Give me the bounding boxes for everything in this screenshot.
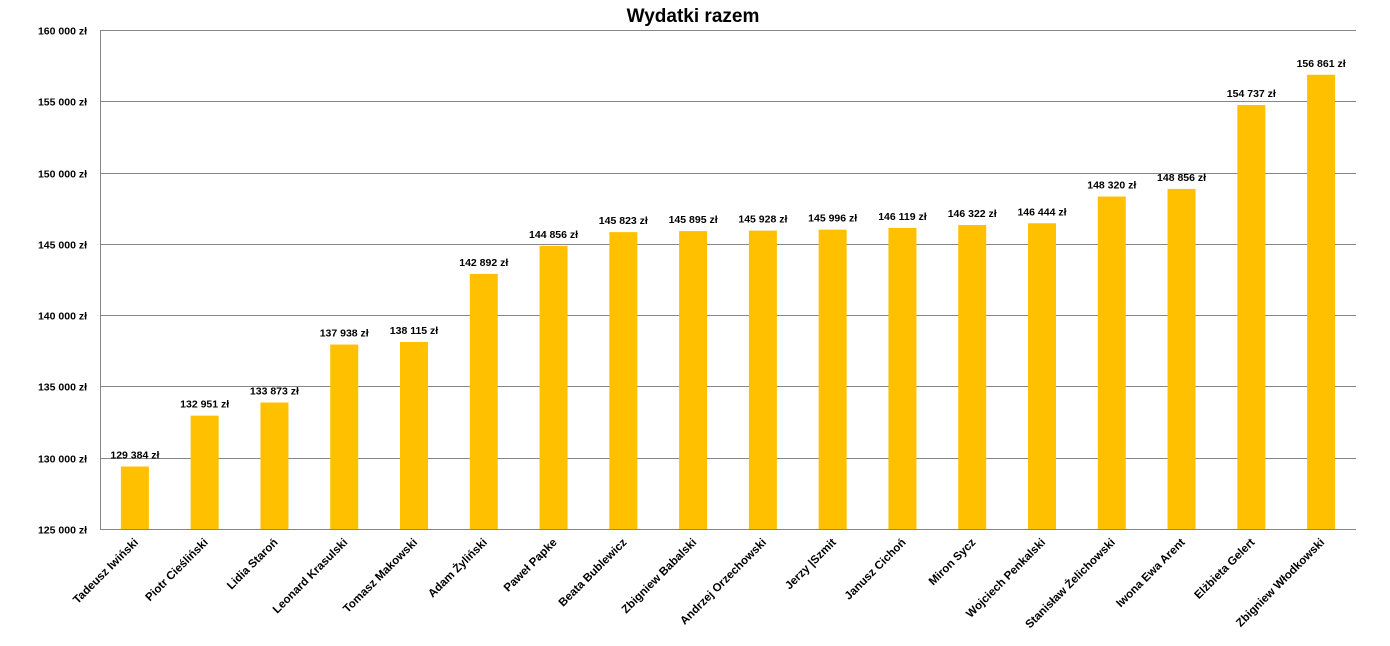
y-axis-tick-labels: 125 000 zł 130 000 zł 135 000 zł 140 000 zł… <box>38 26 87 537</box>
y-tick-label: 130 000 zł <box>38 454 87 466</box>
data-label: 137 938 zł <box>320 328 369 340</box>
data-label: 148 856 zł <box>1157 172 1206 184</box>
bar <box>1237 105 1266 529</box>
bars <box>120 74 1336 530</box>
x-category-label: Beata Bublewicz <box>557 536 630 609</box>
y-tick-label: 150 000 zł <box>38 169 87 181</box>
chart-title: Wydatki razem <box>627 6 760 27</box>
data-label: 145 996 zł <box>808 213 857 225</box>
y-tick-label: 145 000 zł <box>38 240 87 252</box>
y-tick-label: 160 000 zł <box>38 26 87 38</box>
chart-container: Wydatki razem 125 000 zł 130 000 zł 135 00… <box>0 0 1390 646</box>
x-axis-category-labels: Tadeusz Iwiński Piotr Cieśliński Lidia Sta… <box>71 536 1327 631</box>
data-label: 145 895 zł <box>669 214 718 226</box>
bar <box>1307 74 1336 529</box>
data-label: 133 873 zł <box>250 385 299 397</box>
data-label: 145 928 zł <box>738 214 787 226</box>
x-category-label: Lidia Staroń <box>225 537 280 592</box>
bar-chart: Wydatki razem 125 000 zł 130 000 zł 135 00… <box>38 6 1356 631</box>
data-label: 146 322 zł <box>948 208 997 220</box>
x-category-label: Janusz Cichoń <box>843 537 909 603</box>
bar <box>748 230 777 529</box>
x-category-label: Adam Żyliński <box>426 536 490 600</box>
x-category-label: Elżbieta Gelert <box>1192 537 1257 602</box>
data-label: 129 384 zł <box>110 449 159 461</box>
bar <box>330 344 359 529</box>
data-label: 156 861 zł <box>1297 58 1346 70</box>
x-category-label: Zbigniew Babalski <box>620 537 699 616</box>
bar <box>818 229 847 529</box>
bar <box>1167 188 1196 530</box>
data-label: 132 951 zł <box>180 399 229 411</box>
x-category-label: Leonard Krasulski <box>271 537 350 616</box>
data-label: 138 115 zł <box>390 325 439 337</box>
y-tick-label: 125 000 zł <box>38 525 87 537</box>
bar <box>260 402 289 529</box>
bar <box>120 466 149 529</box>
y-tick-label: 135 000 zł <box>38 382 87 394</box>
x-category-label: Jerzy |Szmit <box>783 537 839 593</box>
bar <box>400 342 428 529</box>
data-label: 142 892 zł <box>459 257 508 269</box>
x-category-label: Tadeusz Iwiński <box>71 537 141 607</box>
data-labels: 129 384 zł 132 951 zł 133 873 zł 137 938 zł… <box>110 58 1345 462</box>
bar <box>888 227 917 530</box>
x-category-label: Tomasz Makowski <box>341 537 420 616</box>
bar <box>539 245 568 530</box>
x-category-label: Wojciech Penkalski <box>964 537 1048 621</box>
bar <box>469 273 498 529</box>
data-label: 146 444 zł <box>1017 206 1066 218</box>
y-tick-label: 140 000 zł <box>38 311 87 323</box>
data-label: 144 856 zł <box>529 229 578 241</box>
x-category-label: Miron Sycz <box>927 536 979 588</box>
bar <box>958 225 987 529</box>
x-category-label: Paweł Papke <box>502 537 560 595</box>
bar <box>190 415 219 529</box>
bar <box>609 232 638 529</box>
bar <box>1097 196 1126 529</box>
bar <box>1028 223 1056 529</box>
data-label: 145 823 zł <box>599 215 648 227</box>
y-tick-label: 155 000 zł <box>38 97 87 109</box>
data-label: 148 320 zł <box>1087 180 1136 192</box>
bar <box>679 231 708 530</box>
x-category-label: Piotr Cieśliński <box>144 537 211 604</box>
data-label: 146 119 zł <box>878 211 927 223</box>
data-label: 154 737 zł <box>1227 88 1276 100</box>
x-category-label: Iwona Ewa Arent <box>1114 537 1187 610</box>
